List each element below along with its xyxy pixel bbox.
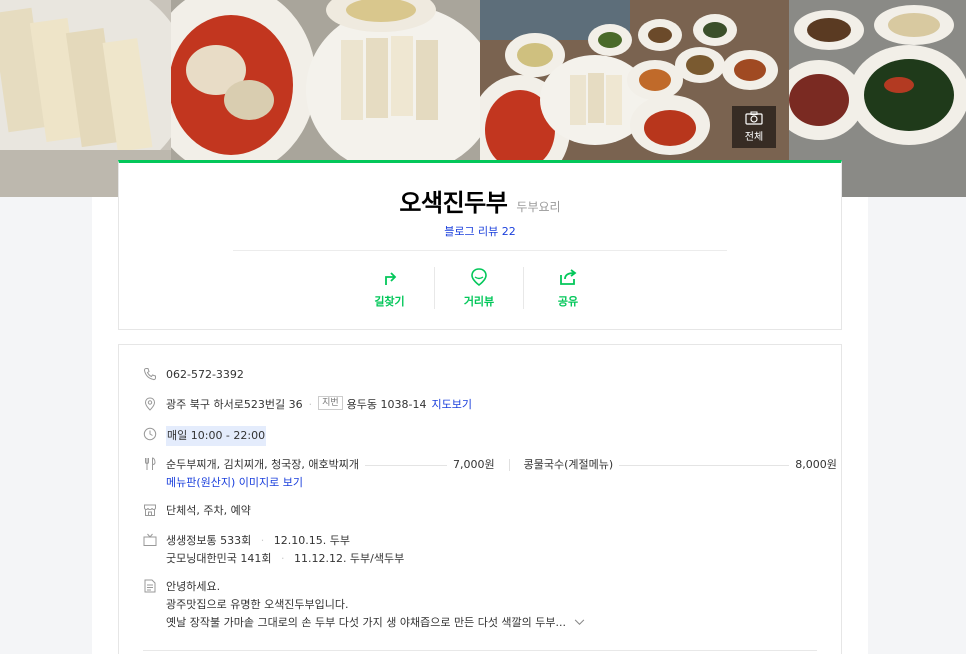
place-category: 두부요리: [516, 200, 561, 214]
title-row: 오색진두부 두부요리: [119, 183, 841, 218]
all-photos-button[interactable]: 전체: [732, 106, 776, 148]
menu-item-name: 순두부찌개, 김치찌개, 청국장, 애호박찌개: [166, 458, 360, 471]
divider: [143, 650, 817, 651]
jibun-badge: 지번: [318, 396, 343, 410]
road-address: 광주 북구 하서로523번길 36: [166, 398, 303, 411]
menu-image-link[interactable]: 메뉴판(원산지) 이미지로 보기: [166, 474, 837, 492]
separator-dot: ·: [280, 552, 285, 565]
tv-program: 굿모닝대한민국 141회: [166, 552, 272, 565]
menu-item: 콩물국수(계절메뉴) 8,000원: [524, 456, 837, 474]
document-icon: [143, 579, 159, 595]
share-button[interactable]: 공유: [523, 267, 612, 309]
share-label: 공유: [557, 295, 579, 308]
place-name: 오색진두부: [399, 189, 508, 217]
directions-icon: [384, 272, 396, 285]
menu-item: 순두부찌개, 김치찌개, 청국장, 애호박찌개 7,000원: [166, 456, 495, 474]
tv-detail: 11.12.12. 두부/색두부: [293, 552, 405, 565]
place-info-card: 062-572-3392 광주 북구 하서로523번길 36 · 지번 용두동 …: [118, 344, 842, 654]
menu-leader: [619, 464, 790, 466]
separator-dot: ·: [308, 398, 313, 411]
view-map-link[interactable]: 지도보기: [431, 396, 471, 414]
tv-appearance: 생생정보통 533회 · 12.10.15. 두부: [166, 532, 404, 550]
description-row: 안녕하세요. 광주맛집으로 유명한 오색진두부입니다. 옛날 장작불 가마솥 그…: [143, 578, 585, 632]
share-icon: [560, 269, 577, 285]
description-line: 안녕하세요.: [166, 580, 221, 593]
menu-list: 순두부찌개, 김치찌개, 청국장, 애호박찌개 7,000원 콩물국수(계절메뉴…: [166, 456, 837, 474]
menu-separator: [508, 459, 510, 471]
camera-icon: [745, 111, 763, 125]
directions-button[interactable]: 길찾기: [345, 267, 434, 309]
address-row: 광주 북구 하서로523번길 36 · 지번 용두동 1038-14 지도보기: [143, 396, 472, 414]
chevron-down-icon[interactable]: [574, 619, 585, 626]
facilities-row: 단체석, 주차, 예약: [143, 502, 251, 520]
description: 안녕하세요. 광주맛집으로 유명한 오색진두부입니다. 옛날 장작불 가마솥 그…: [166, 578, 585, 632]
business-hours: 매일 10:00 - 22:00: [166, 426, 267, 446]
jibun-address: 용두동 1038-14: [346, 398, 427, 411]
menu-block: 순두부찌개, 김치찌개, 청국장, 애호박찌개 7,000원 콩물국수(계절메뉴…: [166, 456, 837, 492]
description-line-expandable[interactable]: 옛날 장작불 가마솥 그대로의 손 두부 다섯 가지 생 야채즙으로 만든 다섯…: [166, 614, 585, 632]
tv-row: 생생정보통 533회 · 12.10.15. 두부 굿모닝대한민국 141회 ·…: [143, 532, 404, 568]
divider: [233, 250, 727, 251]
street-view-label: 거리뷰: [463, 295, 495, 308]
menu-leader: [365, 464, 448, 466]
action-bar: 길찾기 거리뷰 공유: [345, 267, 612, 309]
clock-icon: [143, 427, 159, 443]
hours-row: 매일 10:00 - 22:00: [143, 426, 267, 446]
store-icon: [143, 503, 159, 519]
tv-detail: 12.10.15. 두부: [273, 534, 350, 547]
description-line: 광주맛집으로 유명한 오색진두부입니다.: [166, 598, 349, 611]
all-photos-label: 전체: [744, 132, 764, 143]
street-view-button[interactable]: 거리뷰: [434, 267, 523, 309]
menu-item-price: 7,000원: [453, 458, 495, 471]
blog-review-link[interactable]: 블로그 리뷰 22: [119, 223, 841, 239]
phone-number[interactable]: 062-572-3392: [166, 366, 244, 384]
tv-program: 생생정보통 533회: [166, 534, 252, 547]
tv-appearance: 굿모닝대한민국 141회 · 11.12.12. 두부/색두부: [166, 550, 404, 568]
description-line: 옛날 장작불 가마솥 그대로의 손 두부 다섯 가지 생 야채즙으로 만든 다섯…: [166, 616, 567, 629]
phone-row: 062-572-3392: [143, 366, 244, 384]
street-view-icon: [471, 268, 487, 286]
facilities: 단체석, 주차, 예약: [166, 504, 251, 517]
menu-item-name: 콩물국수(계절메뉴): [523, 458, 614, 471]
menu-row: 순두부찌개, 김치찌개, 청국장, 애호박찌개 7,000원 콩물국수(계절메뉴…: [143, 456, 837, 492]
utensils-icon: [143, 457, 159, 473]
tv-icon: [143, 533, 159, 549]
phone-icon: [143, 367, 159, 383]
place-summary-card: 오색진두부 두부요리 블로그 리뷰 22 길찾기 거리뷰 공유: [118, 160, 842, 330]
separator-dot: ·: [260, 534, 265, 547]
directions-label: 길찾기: [374, 295, 405, 308]
location-pin-icon: [143, 397, 159, 413]
tv-appearances: 생생정보통 533회 · 12.10.15. 두부 굿모닝대한민국 141회 ·…: [166, 532, 404, 568]
menu-item-price: 8,000원: [795, 458, 837, 471]
